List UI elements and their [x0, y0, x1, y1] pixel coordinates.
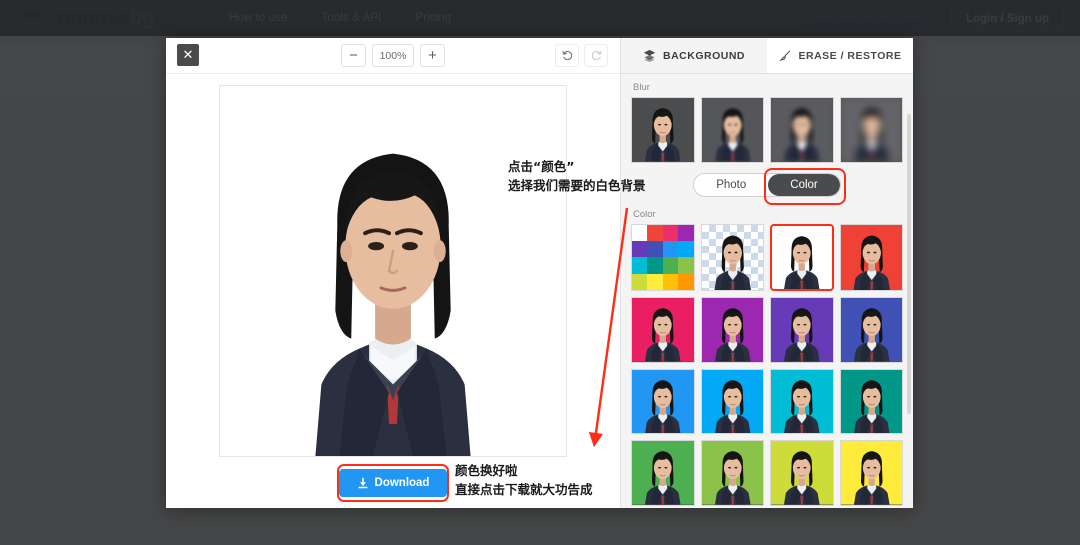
download-icon [358, 477, 368, 489]
close-icon[interactable]: ✕ [177, 44, 199, 66]
download-button[interactable]: Download [338, 469, 448, 497]
portrait-image [220, 86, 566, 456]
color-swatch-yellow[interactable] [839, 440, 903, 506]
editor-modal: ✕ − 100% + Download BACKGROUND ERASE / R… [166, 38, 913, 508]
blur-section-label: Blur [633, 82, 650, 93]
toggle-option-photo[interactable]: Photo [694, 174, 768, 196]
color-swatch-transparent[interactable] [700, 223, 764, 291]
color-swatch-white[interactable] [770, 223, 834, 291]
tab-erase-restore-label: ERASE / RESTORE [798, 49, 902, 62]
zoom-level-value[interactable]: 100% [372, 44, 414, 67]
color-swatch-red[interactable] [839, 223, 903, 291]
color-swatch-lime[interactable] [770, 440, 834, 506]
redo-icon[interactable] [584, 44, 608, 67]
color-swatch-grid [631, 223, 903, 509]
panel-scrollbar[interactable] [907, 114, 911, 414]
tab-erase-restore[interactable]: ERASE / RESTORE [767, 38, 913, 73]
undo-icon[interactable] [555, 44, 579, 67]
history-controls [555, 44, 608, 67]
color-swatch-indigo[interactable] [839, 297, 903, 363]
panel-scroll-area[interactable]: Blur Photo Color Color [621, 74, 913, 508]
color-swatch-pink[interactable] [631, 297, 695, 363]
mode-toggle: Photo Color [693, 172, 841, 197]
color-swatch-teal[interactable] [839, 368, 903, 434]
layers-icon [643, 49, 656, 62]
panel-tabs: BACKGROUND ERASE / RESTORE [621, 38, 913, 74]
zoom-in-button[interactable]: + [420, 44, 445, 67]
download-row: Download [166, 458, 620, 508]
background-panel: BACKGROUND ERASE / RESTORE Blur Photo Co… [620, 38, 913, 508]
color-swatch-light-green[interactable] [700, 440, 764, 506]
photo-preview[interactable] [219, 85, 567, 457]
color-swatch-blue[interactable] [631, 368, 695, 434]
blur-thumb-blur-none[interactable] [631, 97, 695, 163]
zoom-controls: − 100% + [341, 44, 445, 67]
brush-icon [778, 50, 790, 62]
zoom-out-button[interactable]: − [341, 44, 366, 67]
editor-toolbar: ✕ − 100% + [166, 38, 620, 74]
tab-background-label: BACKGROUND [663, 49, 745, 62]
color-swatch-cyan[interactable] [770, 368, 834, 434]
blur-thumbnail-row [631, 97, 903, 163]
tab-background[interactable]: BACKGROUND [621, 38, 767, 73]
blur-thumb-blur-medium[interactable] [770, 97, 834, 163]
color-swatch-violet[interactable] [770, 297, 834, 363]
canvas-area[interactable] [166, 74, 620, 458]
color-swatch-green[interactable] [631, 440, 695, 506]
color-swatch-light-blue[interactable] [700, 368, 764, 434]
color-section-label: Color [633, 208, 656, 220]
color-swatch-magenta[interactable] [700, 297, 764, 363]
blur-thumb-blur-heavy[interactable] [839, 97, 903, 163]
mode-toggle-wrap: Photo Color [631, 167, 903, 205]
color-swatch-color-picker[interactable] [631, 223, 695, 291]
download-button-label: Download [374, 477, 430, 489]
toggle-option-color[interactable]: Color [768, 173, 840, 196]
blur-thumb-blur-light[interactable] [700, 97, 764, 163]
editor-pane: ✕ − 100% + Download [166, 38, 620, 508]
